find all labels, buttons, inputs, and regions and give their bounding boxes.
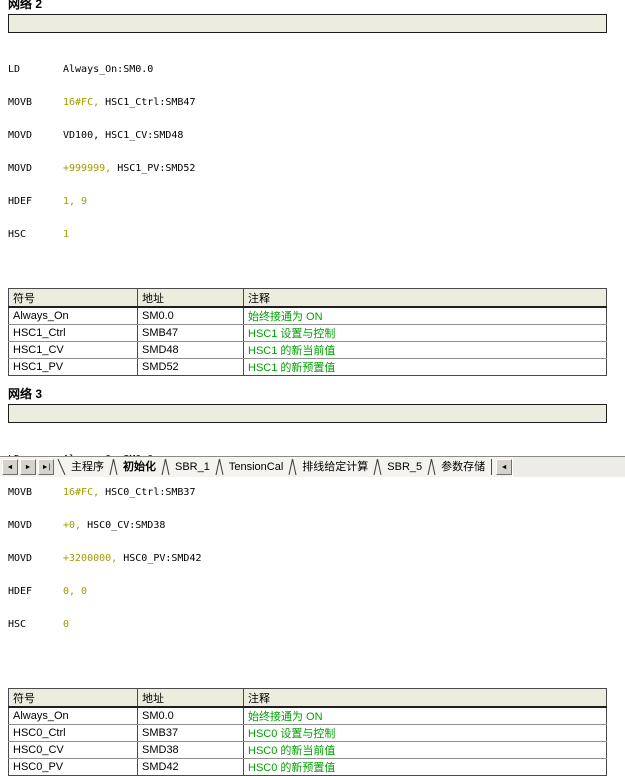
symbol-cell: HSC1_Ctrl	[9, 325, 138, 342]
stl-line: HSC0	[8, 619, 625, 630]
network-2-title: 网络 2	[8, 0, 625, 10]
stl-mnemonic: HDEF	[8, 586, 63, 597]
address-column-header: 地址	[138, 289, 244, 308]
program-editor: 网络 2 LDAlways_On:SM0.0 MOVB16#FC, HSC1_C…	[0, 0, 625, 776]
comment-column-header: 注释	[244, 289, 607, 308]
table-row: Always_On SM0.0 始终接通为 ON	[9, 707, 607, 725]
tab-scroll-first-button[interactable]: ◄	[2, 459, 18, 475]
table-row: HSC0_PV SMD42 HSC0 的新预置值	[9, 759, 607, 776]
comment-cell: 始终接通为 ON	[244, 307, 607, 325]
network-3-comment-box[interactable]	[8, 404, 607, 423]
address-cell: SM0.0	[138, 307, 244, 325]
symbol-table-header-row: 符号 地址 注释	[9, 289, 607, 308]
stl-mnemonic: MOVD	[8, 520, 63, 531]
stl-line: HSC1	[8, 229, 625, 240]
address-cell: SMB47	[138, 325, 244, 342]
address-cell: SMD48	[138, 342, 244, 359]
comment-cell: HSC1 设置与控制	[244, 325, 607, 342]
comment-column-header: 注释	[244, 689, 607, 708]
tab-slant-divider-icon	[109, 459, 118, 475]
pou-tab-bar: ◄ ► ►| 主程序 初始化 SBR_1 TensionCal 排线给定计算 S…	[0, 456, 625, 477]
tab-slant-divider-icon	[215, 459, 224, 475]
tab-main-program[interactable]: 主程序	[66, 458, 109, 476]
address-cell: SMB37	[138, 725, 244, 742]
tab-slant-divider-icon	[427, 459, 436, 475]
symbol-cell: Always_On	[9, 307, 138, 325]
tab-sbr-5[interactable]: SBR_5	[382, 458, 427, 476]
stl-mnemonic: HSC	[8, 229, 63, 240]
hscroll-track[interactable]	[512, 457, 625, 477]
tab-scroll-last-button[interactable]: ►|	[38, 459, 54, 475]
table-row: HSC0_CV SMD38 HSC0 的新当前值	[9, 742, 607, 759]
stl-line: MOVB16#FC, HSC0_Ctrl:SMB37	[8, 487, 625, 498]
tab-parameter-storage[interactable]: 参数存储	[436, 458, 490, 476]
tab-scroll-next-button[interactable]: ►	[20, 459, 36, 475]
comment-cell: HSC1 的新预置值	[244, 359, 607, 376]
symbol-cell: HSC1_CV	[9, 342, 138, 359]
stl-line: MOVDVD100, HSC1_CV:SMD48	[8, 130, 625, 141]
symbol-cell: HSC0_Ctrl	[9, 725, 138, 742]
tab-initialization-active[interactable]: 初始化	[118, 458, 161, 476]
symbol-column-header: 符号	[9, 689, 138, 708]
stl-mnemonic: MOVB	[8, 487, 63, 498]
symbol-column-header: 符号	[9, 289, 138, 308]
address-column-header: 地址	[138, 689, 244, 708]
stl-line: MOVD+3200000, HSC0_PV:SMD42	[8, 553, 625, 564]
hscroll-left-button[interactable]: ◄	[496, 459, 512, 475]
tab-strip-end-divider	[491, 459, 492, 475]
tab-slant-divider-icon	[373, 459, 382, 475]
stl-line: LDAlways_On:SM0.0	[8, 64, 625, 75]
network-3-symbol-table: 符号 地址 注释 Always_On SM0.0 始终接通为 ON HSC0_C…	[8, 688, 607, 776]
tab-sbr-1[interactable]: SBR_1	[170, 458, 215, 476]
table-row: HSC0_Ctrl SMB37 HSC0 设置与控制	[9, 725, 607, 742]
address-cell: SMD38	[138, 742, 244, 759]
pou-tabs: 主程序 初始化 SBR_1 TensionCal 排线给定计算 SBR_5 参数…	[57, 457, 490, 477]
symbol-table-header-row: 符号 地址 注释	[9, 689, 607, 708]
symbol-cell: HSC0_CV	[9, 742, 138, 759]
comment-cell: 始终接通为 ON	[244, 707, 607, 725]
network-3-title: 网络 3	[8, 389, 625, 400]
stl-line: HDEF1, 9	[8, 196, 625, 207]
address-cell: SMD42	[138, 759, 244, 776]
stl-mnemonic: MOVB	[8, 97, 63, 108]
network-2-stl-code[interactable]: LDAlways_On:SM0.0 MOVB16#FC, HSC1_Ctrl:S…	[8, 42, 625, 262]
stl-mnemonic: LD	[8, 64, 63, 75]
symbol-cell: HSC1_PV	[9, 359, 138, 376]
table-row: HSC1_PV SMD52 HSC1 的新预置值	[9, 359, 607, 376]
comment-cell: HSC1 的新当前值	[244, 342, 607, 359]
table-row: Always_On SM0.0 始终接通为 ON	[9, 307, 607, 325]
symbol-cell: HSC0_PV	[9, 759, 138, 776]
comment-cell: HSC0 设置与控制	[244, 725, 607, 742]
network-2-symbol-table: 符号 地址 注释 Always_On SM0.0 始终接通为 ON HSC1_C…	[8, 288, 607, 376]
stl-mnemonic: MOVD	[8, 130, 63, 141]
table-row: HSC1_Ctrl SMB47 HSC1 设置与控制	[9, 325, 607, 342]
comment-cell: HSC0 的新当前值	[244, 742, 607, 759]
tab-slant-divider-icon	[161, 459, 170, 475]
stl-line: MOVD+0, HSC0_CV:SMD38	[8, 520, 625, 531]
stl-line: HDEF0, 0	[8, 586, 625, 597]
stl-mnemonic: HSC	[8, 619, 63, 630]
stl-line: MOVD+999999, HSC1_PV:SMD52	[8, 163, 625, 174]
address-cell: SMD52	[138, 359, 244, 376]
comment-cell: HSC0 的新预置值	[244, 759, 607, 776]
tab-slant-divider-icon	[288, 459, 297, 475]
network-2-comment-box[interactable]	[8, 14, 607, 33]
stl-line: MOVB16#FC, HSC1_Ctrl:SMB47	[8, 97, 625, 108]
tab-tensioncal[interactable]: TensionCal	[224, 458, 288, 476]
address-cell: SM0.0	[138, 707, 244, 725]
stl-mnemonic: MOVD	[8, 163, 63, 174]
symbol-cell: Always_On	[9, 707, 138, 725]
stl-mnemonic: HDEF	[8, 196, 63, 207]
table-row: HSC1_CV SMD48 HSC1 的新当前值	[9, 342, 607, 359]
tab-winding-setpoint-calc[interactable]: 排线给定计算	[297, 458, 373, 476]
tab-slant-divider-icon	[57, 459, 66, 475]
stl-mnemonic: MOVD	[8, 553, 63, 564]
